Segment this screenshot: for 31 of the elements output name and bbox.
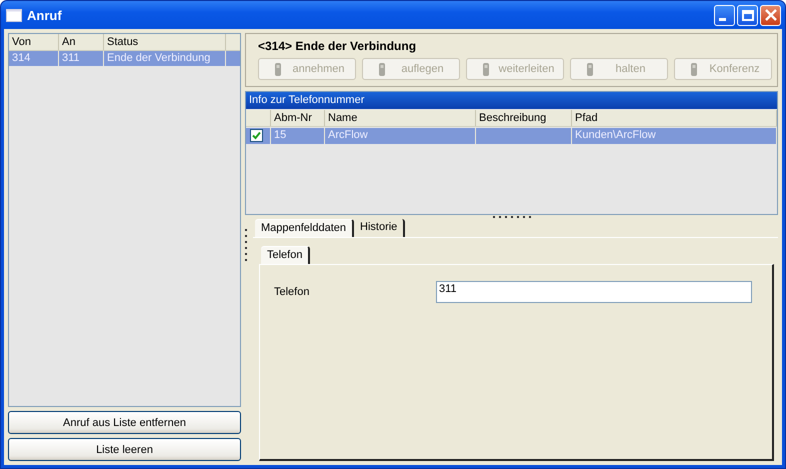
column-header[interactable]: Abm-Nr [271,110,325,126]
close-icon [764,9,776,21]
column-header[interactable]: Status [104,34,226,50]
checkbox[interactable] [250,129,263,142]
phone-icon [274,62,282,76]
input-field[interactable]: 311 [436,281,752,303]
minimize-icon [719,18,726,20]
splitter-grip [492,215,530,219]
minimize-button[interactable] [714,4,735,26]
maximize-button[interactable] [737,4,758,26]
column-header[interactable]: An [59,34,104,50]
list-button[interactable]: Liste leeren [8,438,241,461]
phone-icon [586,62,594,76]
tab[interactable]: Mappenfelddaten [255,219,354,237]
tab[interactable]: Telefon [261,246,310,264]
tab[interactable]: Historie [354,219,406,237]
window-title: Anruf [27,8,63,22]
phone-icon [378,62,386,76]
list-button[interactable]: Anruf aus Liste entfernen [8,411,241,434]
window-icon [6,8,22,22]
field-label: Telefon [274,286,310,298]
column-header[interactable]: Pfad [572,110,777,126]
call-title: <314> Ende der Verbindung [258,39,418,55]
maximize-icon [742,10,754,20]
phone-icon [482,62,490,76]
close-button[interactable] [760,4,781,26]
phone-icon [690,62,698,76]
column-header[interactable]: Beschreibung [476,110,572,126]
panel-title: Info zur Telefonnummer [246,92,777,109]
column-header[interactable]: Von [9,34,59,50]
column-header[interactable]: Name [325,110,476,126]
